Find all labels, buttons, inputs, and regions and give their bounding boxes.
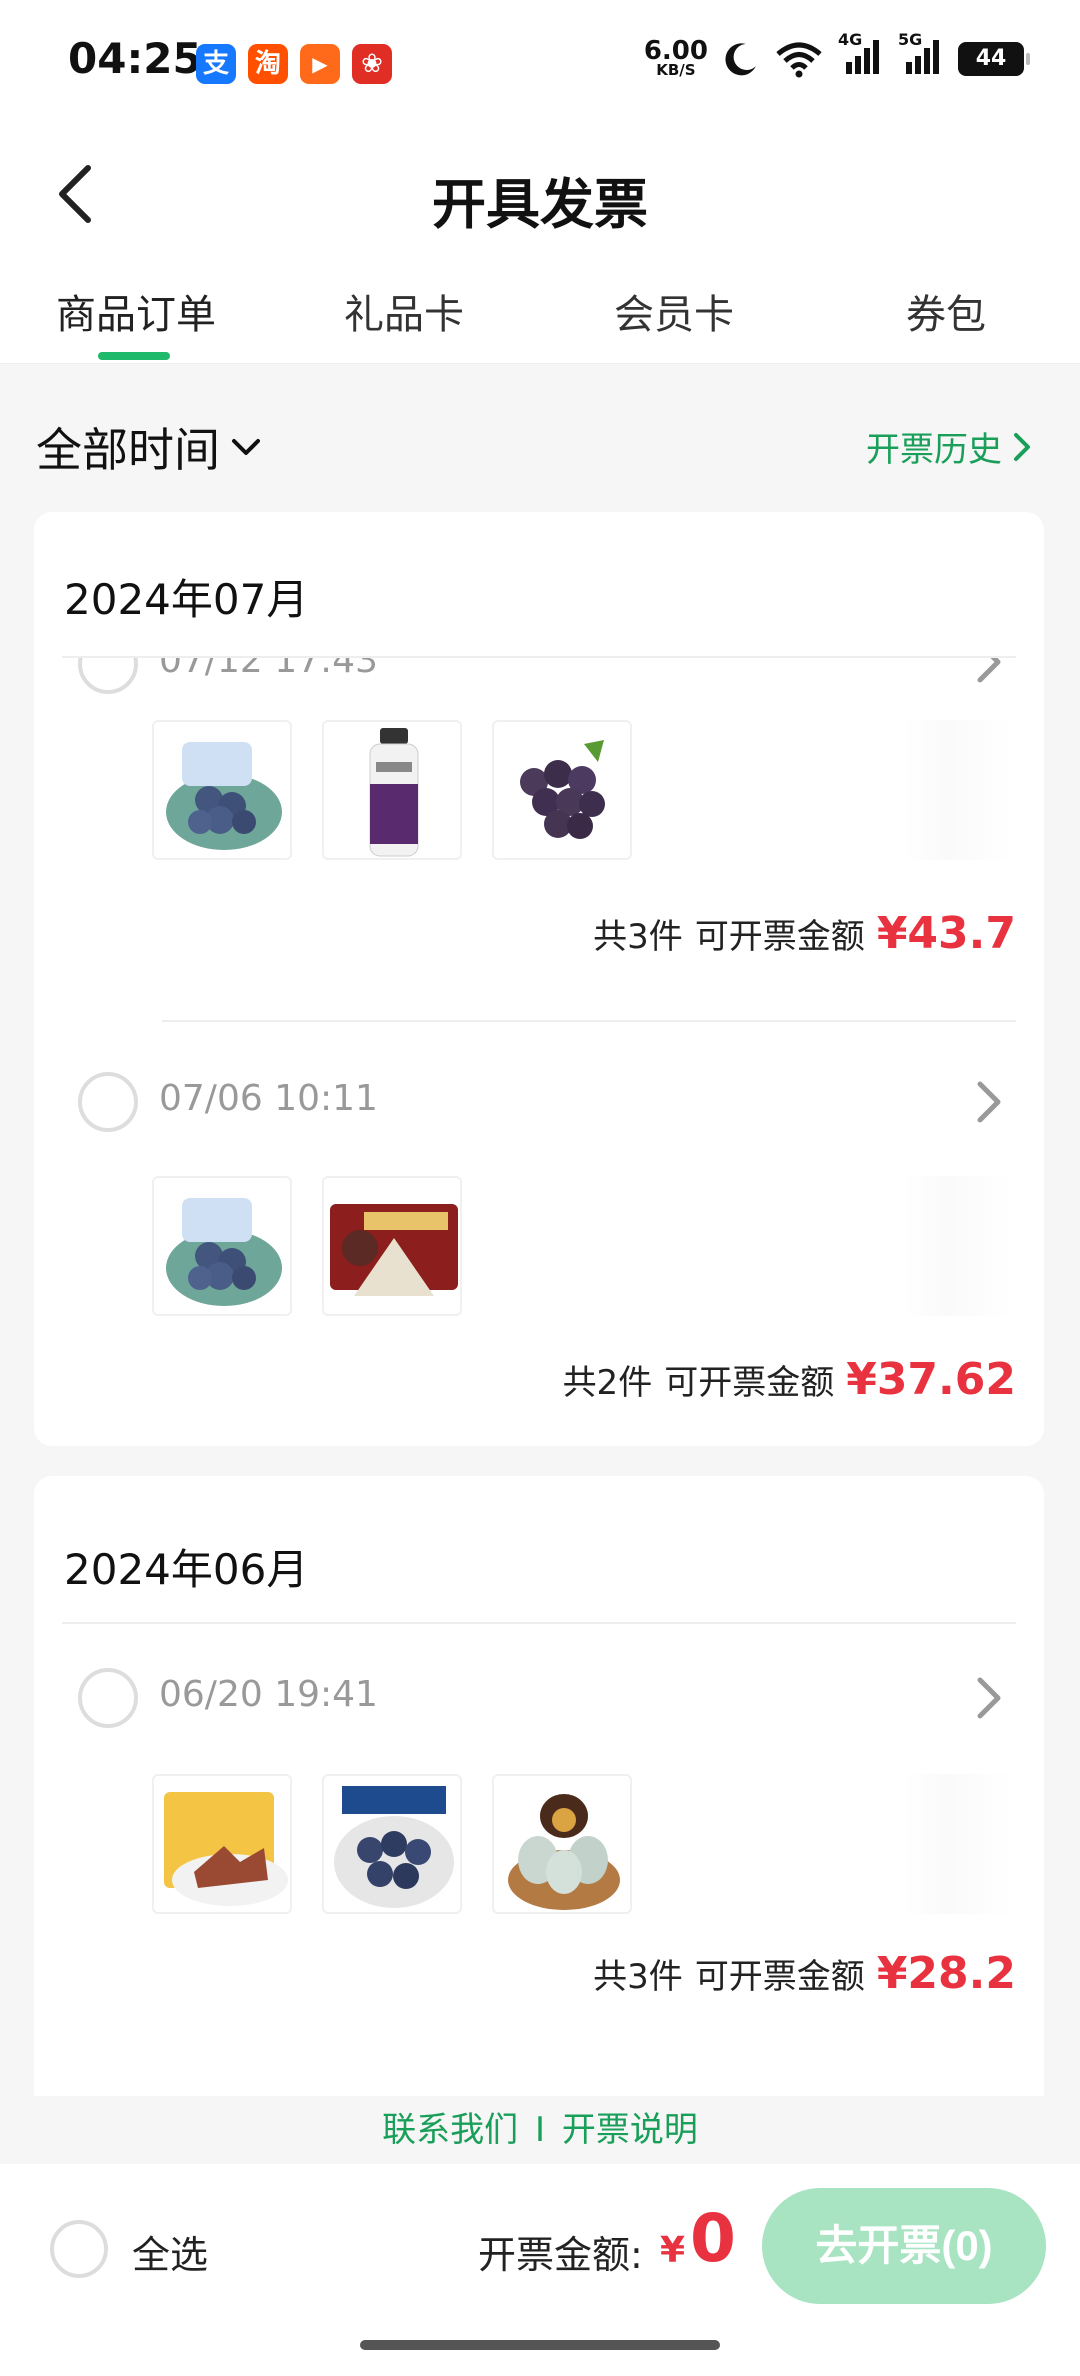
order-select-radio[interactable]: [78, 1072, 138, 1132]
header: 开具发票: [0, 120, 1080, 260]
footer-links: 联系我们 I 开票说明: [0, 2096, 1080, 2164]
product-thumb-preserved-eggs: [492, 1774, 632, 1914]
pinduoduo-icon: ❀: [352, 44, 392, 84]
tab-product-orders[interactable]: 商品订单: [56, 282, 216, 340]
order-item[interactable]: 07/06 10:11 共2件 可开票金额 ¥37.62: [34, 1052, 1044, 1432]
tab-bar: 商品订单 礼品卡 会员卡 券包: [0, 260, 1080, 364]
total-amount-value: 0: [690, 2200, 736, 2277]
thumbnail-scroll-fade: [904, 1774, 1014, 1914]
signal-5g-label: 5G: [898, 30, 923, 49]
product-thumb-blueberry-box: [322, 1774, 462, 1914]
blueberry-image: [166, 742, 282, 850]
status-indicators: 6.00 KB/S 4G 5G 44: [644, 30, 1030, 80]
order-item[interactable]: 06/20 19:41 共3件 可开票金额 ¥28.2: [34, 1646, 1044, 2086]
wifi-icon: [776, 42, 822, 78]
signal-4g-label: 4G: [838, 30, 863, 49]
status-time: 04:25: [68, 34, 202, 83]
battery-indicator: 44: [958, 42, 1030, 76]
invoice-history-label: 开票历史: [866, 430, 1002, 470]
chevron-right-icon[interactable]: [972, 1674, 1008, 1722]
total-amount-label: 开票金额:: [478, 2233, 643, 2277]
invoice-instructions-link[interactable]: 开票说明: [562, 2110, 698, 2150]
product-thumbnails: [152, 1774, 632, 1914]
tab-gift-cards[interactable]: 礼品卡: [344, 282, 464, 340]
total-currency: ¥: [660, 2230, 686, 2271]
divider: [162, 1020, 1016, 1022]
month-title: 2024年06月: [64, 1545, 309, 1594]
select-all-radio[interactable]: [50, 2220, 108, 2278]
order-summary: 共2件 可开票金额 ¥37.62: [563, 1354, 1016, 1405]
divider: [62, 1622, 1016, 1624]
active-tab-indicator: [98, 352, 170, 360]
time-filter-label: 全部时间: [36, 423, 220, 477]
zongzi-image: [330, 1204, 458, 1296]
invoice-history-link[interactable]: 开票历史: [866, 422, 1032, 471]
contact-us-link[interactable]: 联系我们: [382, 2110, 518, 2150]
chevron-right-icon[interactable]: [972, 658, 1008, 686]
chevron-right-icon: [1014, 432, 1030, 461]
product-thumbnails: [152, 720, 632, 860]
product-thumb-dried-meat: [152, 1774, 292, 1914]
link-separator: I: [534, 2110, 546, 2150]
item-count: 共3件: [593, 917, 683, 957]
tab-coupons[interactable]: 券包: [906, 282, 986, 340]
chevron-down-icon: [232, 439, 260, 455]
grapes-image: [520, 740, 605, 839]
invoiceable-amount: ¥37.62: [846, 1354, 1016, 1405]
invoiceable-amount: ¥43.7: [876, 908, 1016, 959]
game-icon: ▶: [300, 44, 340, 84]
taobao-icon: 淘: [248, 44, 288, 84]
blueberry-image: [166, 1198, 282, 1306]
month-title: 2024年07月: [64, 575, 309, 624]
order-item[interactable]: 07/12 17:43 共3件 可开票金额 ¥43.7: [34, 658, 1044, 1078]
product-thumb-blueberry: [152, 720, 292, 860]
tab-membership-cards[interactable]: 会员卡: [614, 282, 734, 340]
order-select-radio[interactable]: [78, 658, 138, 694]
order-time: 06/20 19:41: [159, 1674, 378, 1715]
order-select-radio[interactable]: [78, 1668, 138, 1728]
dried-meat-image: [164, 1792, 288, 1906]
time-filter-dropdown[interactable]: 全部时间: [36, 414, 262, 480]
status-bar: 04:25 支 淘 ▶ ❀ 6.00 KB/S 4G 5G 44: [0, 0, 1080, 120]
issue-invoice-button[interactable]: 去开票(0): [762, 2188, 1046, 2304]
thumbnail-scroll-fade: [904, 1176, 1014, 1316]
filter-row: 全部时间 开票历史: [0, 380, 1080, 500]
notification-app-icons: 支 淘 ▶ ❀: [196, 44, 392, 84]
signal-4g: 4G: [838, 30, 884, 80]
product-thumbnails: [152, 1176, 462, 1316]
preserved-eggs-image: [508, 1794, 620, 1910]
invoiceable-amount: ¥28.2: [876, 1948, 1016, 1999]
page-title: 开具发票: [432, 173, 648, 236]
month-group-card: 2024年06月 06/20 19:41 共3件 可开票金额 ¥28.2: [34, 1476, 1044, 2096]
product-thumb-drink: [322, 720, 462, 860]
net-speed: 6.00 KB/S: [644, 38, 708, 78]
order-time: 07/12 17:43: [159, 658, 378, 681]
select-all-label[interactable]: 全选: [132, 2224, 208, 2279]
thumbnail-scroll-fade: [904, 720, 1014, 860]
chevron-right-icon[interactable]: [972, 1078, 1008, 1126]
order-summary: 共3件 可开票金额 ¥43.7: [593, 908, 1016, 959]
invoiceable-amount-label: 可开票金额: [664, 1363, 835, 1403]
alipay-icon: 支: [196, 44, 236, 84]
order-summary: 共3件 可开票金额 ¥28.2: [593, 1948, 1016, 1999]
product-thumb-zongzi: [322, 1176, 462, 1316]
product-thumb-blueberry: [152, 1176, 292, 1316]
blueberry-box-image: [334, 1786, 454, 1908]
product-thumb-grapes: [492, 720, 632, 860]
signal-5g: 5G: [898, 30, 944, 80]
drink-bottle-image: [369, 728, 419, 857]
home-indicator[interactable]: [360, 2340, 720, 2350]
invoiceable-amount-label: 可开票金额: [694, 917, 865, 957]
invoiceable-amount-label: 可开票金额: [694, 1957, 865, 1997]
item-count: 共2件: [562, 1363, 653, 1403]
moon-icon: [725, 43, 756, 76]
item-count: 共3件: [593, 1957, 683, 1997]
month-group-card: 2024年07月 07/12 17:43 共3件 可开票金额 ¥43.7 07/…: [34, 512, 1044, 1446]
order-time: 07/06 10:11: [159, 1078, 378, 1119]
